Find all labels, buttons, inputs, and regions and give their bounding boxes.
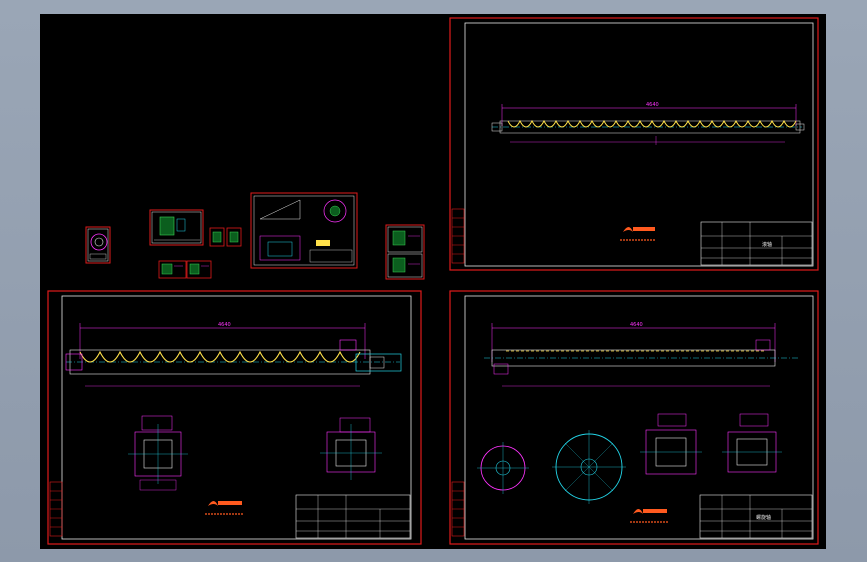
thumbnail-assembly-drawing[interactable]: [149, 209, 204, 246]
thumbnail-part-b[interactable]: [226, 227, 242, 247]
cad-drawing-canvas[interactable]: 4640 滚轴 4640 4640 螺旋轴: [40, 14, 826, 549]
company-logo: [620, 227, 655, 241]
thumbnail-part-c[interactable]: [158, 260, 187, 279]
revision-strip: [49, 481, 63, 537]
section-view-right: [722, 413, 782, 473]
thumbnail-part-d[interactable]: [186, 260, 212, 279]
company-logo: [205, 501, 244, 515]
title-block: [295, 494, 411, 539]
section-view-left: [128, 415, 188, 491]
flange-view-large: [552, 430, 626, 504]
title-block: 螺旋轴: [699, 494, 813, 539]
sheet-bottom-right[interactable]: 4640 螺旋轴: [449, 290, 819, 545]
revision-strip: [451, 481, 465, 537]
overall-length-dimension: 4640: [218, 322, 231, 328]
sheet-bottom-left[interactable]: 4640: [47, 290, 422, 545]
company-logo: [630, 509, 668, 523]
overall-length-dimension: 4640: [630, 322, 643, 328]
section-view-right: [320, 417, 382, 480]
sheet-top-right[interactable]: 4640 滚轴: [449, 17, 819, 271]
flange-view-small: [477, 442, 529, 494]
revision-strip: [451, 208, 465, 264]
drawing-title-label: 滚轴: [762, 241, 772, 248]
thumbnail-flange-drawing[interactable]: [85, 226, 111, 264]
title-block: 滚轴: [700, 221, 813, 266]
overall-length-dimension: 4640: [646, 102, 659, 108]
drawing-title-label: 螺旋轴: [756, 514, 771, 521]
section-view-center: [640, 413, 702, 475]
thumbnail-housing-drawing[interactable]: [250, 192, 358, 269]
cad-model-space-viewport[interactable]: 4640 滚轴 4640 4640 螺旋轴: [40, 14, 826, 549]
thumbnail-bracket-drawing[interactable]: [385, 224, 425, 280]
thumbnail-part-a[interactable]: [209, 227, 225, 247]
